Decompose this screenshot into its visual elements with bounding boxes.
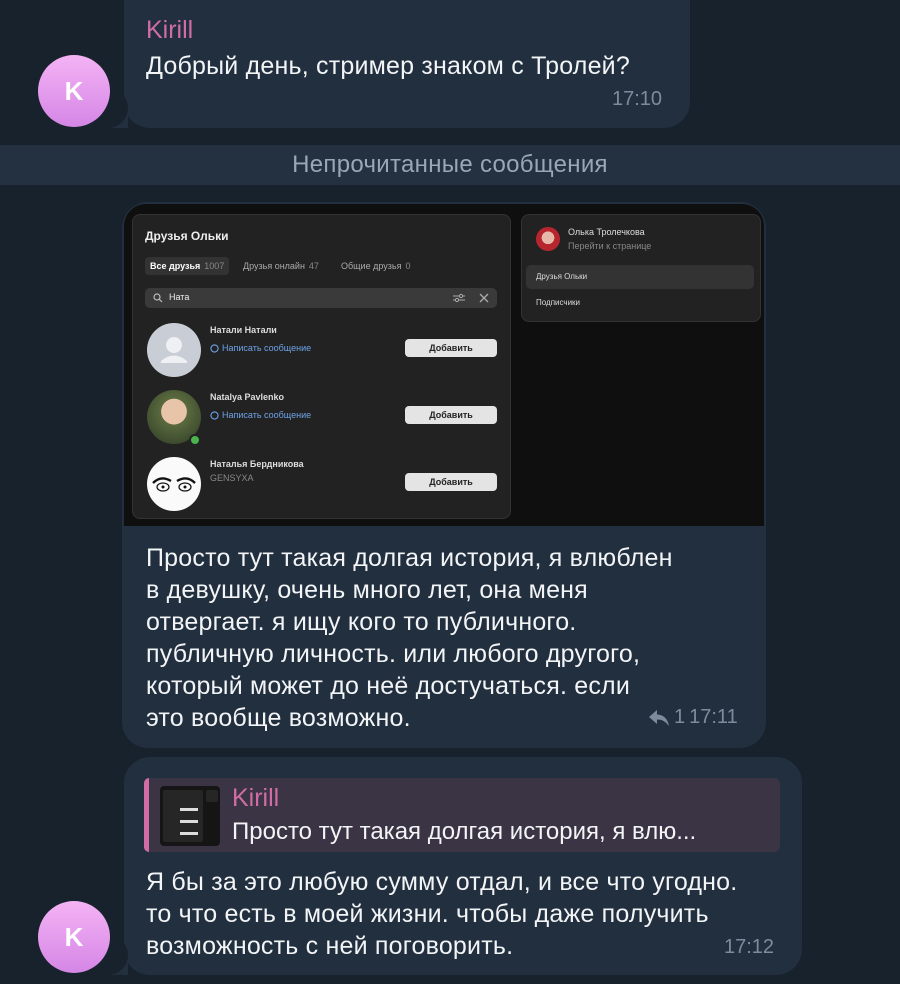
tab-count: 0 <box>405 261 411 271</box>
message-line: возможность с ней поговорить. <box>146 932 514 960</box>
online-indicator <box>189 434 201 446</box>
menu-item-friends[interactable]: Друзья Ольки <box>526 265 754 289</box>
menu-item-subscribers[interactable]: Подписчики <box>526 291 754 315</box>
search-value: Ната <box>169 292 190 302</box>
message-text: Я бы за это любую сумму отдал, и все что… <box>146 866 796 962</box>
reply-arrow-icon <box>649 709 669 726</box>
message-time: 17:11 <box>689 706 738 728</box>
add-friend-button[interactable]: Добавить <box>405 406 497 424</box>
message-line: публичную личность. или любого другого, <box>146 640 641 668</box>
friend-row[interactable]: Natalya Pavlenko Написать сообщение Доба… <box>133 386 510 448</box>
tab-count: 47 <box>308 261 319 271</box>
message-line: отвергает. я ищу кого то публичного. <box>146 608 577 636</box>
bubble-tail <box>88 935 128 975</box>
tab-count: 1007 <box>204 261 225 271</box>
reply-quote[interactable]: Kirill Просто тут такая долгая история, … <box>144 778 780 852</box>
profile-avatar[interactable] <box>536 227 560 251</box>
reply-preview: Просто тут такая долгая история, я влю..… <box>232 818 697 845</box>
friends-panel: Друзья Ольки Все друзья 1007 Друзья онла… <box>132 214 511 519</box>
tab-all-friends[interactable]: Все друзья 1007 <box>145 257 230 275</box>
friend-name[interactable]: Natalya Pavlenko <box>210 392 284 402</box>
message-time: 17:10 <box>612 88 663 110</box>
add-friend-button[interactable]: Добавить <box>405 339 497 357</box>
friend-avatar[interactable] <box>147 323 201 377</box>
message-time: 17:12 <box>724 936 775 958</box>
reply-quote-bar <box>144 778 149 852</box>
menu-item-label: Друзья Ольки <box>536 272 588 281</box>
unread-divider: Непрочитанные сообщения <box>0 145 900 185</box>
write-message-link[interactable]: Написать сообщение <box>210 343 311 353</box>
add-friend-button[interactable]: Добавить <box>405 473 497 491</box>
message-line: который может до неё достучаться. если <box>146 672 630 700</box>
write-message-link[interactable]: Написать сообщение <box>210 410 311 420</box>
avatar[interactable]: K <box>38 55 110 127</box>
profile-panel: Олька Тролечкова Перейти к странице Друз… <box>521 214 761 322</box>
profile-name[interactable]: Олька Тролечкова <box>568 227 645 237</box>
tab-label: Друзья онлайн <box>243 261 305 271</box>
replies-count: 1 <box>674 706 686 728</box>
avatar[interactable]: K <box>38 901 110 973</box>
search-icon <box>153 293 163 303</box>
sender-name[interactable]: Kirill <box>146 16 193 45</box>
friend-name[interactable]: Наталья Бердникова <box>210 459 304 469</box>
tab-online-friends[interactable]: Друзья онлайн 47 <box>243 257 319 275</box>
message-text: Добрый день, стример знаком с Тролей? <box>146 52 630 80</box>
message-line: то что есть в моей жизни. чтобы даже пол… <box>146 900 709 928</box>
tab-label: Все друзья <box>150 261 201 271</box>
message-icon <box>210 410 219 420</box>
friends-search-input[interactable]: Ната <box>145 288 497 308</box>
friend-name[interactable]: Натали Натали <box>210 325 277 335</box>
message-line: в девушку, очень много лет, она меня <box>146 576 588 604</box>
bubble-tail <box>88 88 128 128</box>
panel-title: Друзья Ольки <box>145 229 229 243</box>
reply-thumbnail <box>160 786 220 846</box>
write-message-label: Написать сообщение <box>222 410 312 420</box>
message-line: Просто тут такая долгая история, я влюбл… <box>146 544 673 572</box>
tab-label: Общие друзья <box>341 261 402 271</box>
write-message-label: Написать сообщение <box>222 343 312 353</box>
anime-eyes-image <box>152 477 196 492</box>
replies-indicator[interactable]: 1 17:11 <box>648 706 738 729</box>
menu-item-label: Подписчики <box>536 298 581 307</box>
clear-icon[interactable] <box>479 293 489 303</box>
tab-common-friends[interactable]: Общие друзья 0 <box>341 257 410 275</box>
user-placeholder-icon <box>161 337 187 363</box>
friend-row[interactable]: Наталья Бердникова GENSYXA Добавить <box>133 453 510 515</box>
filter-icon[interactable] <box>453 293 465 303</box>
friend-row[interactable]: Натали Натали Написать сообщение Добавит… <box>133 319 510 381</box>
friend-subtitle: GENSYXA <box>210 473 254 483</box>
message-line: Я бы за это любую сумму отдал, и все что… <box>146 868 738 896</box>
profile-link[interactable]: Перейти к странице <box>568 241 651 251</box>
attached-screenshot[interactable]: Друзья Ольки Все друзья 1007 Друзья онла… <box>124 204 764 526</box>
avatar-letter: K <box>64 921 84 952</box>
reply-sender: Kirill <box>232 784 280 812</box>
message-icon <box>210 343 219 353</box>
avatar-letter: K <box>64 75 84 106</box>
friend-avatar[interactable] <box>147 457 201 511</box>
